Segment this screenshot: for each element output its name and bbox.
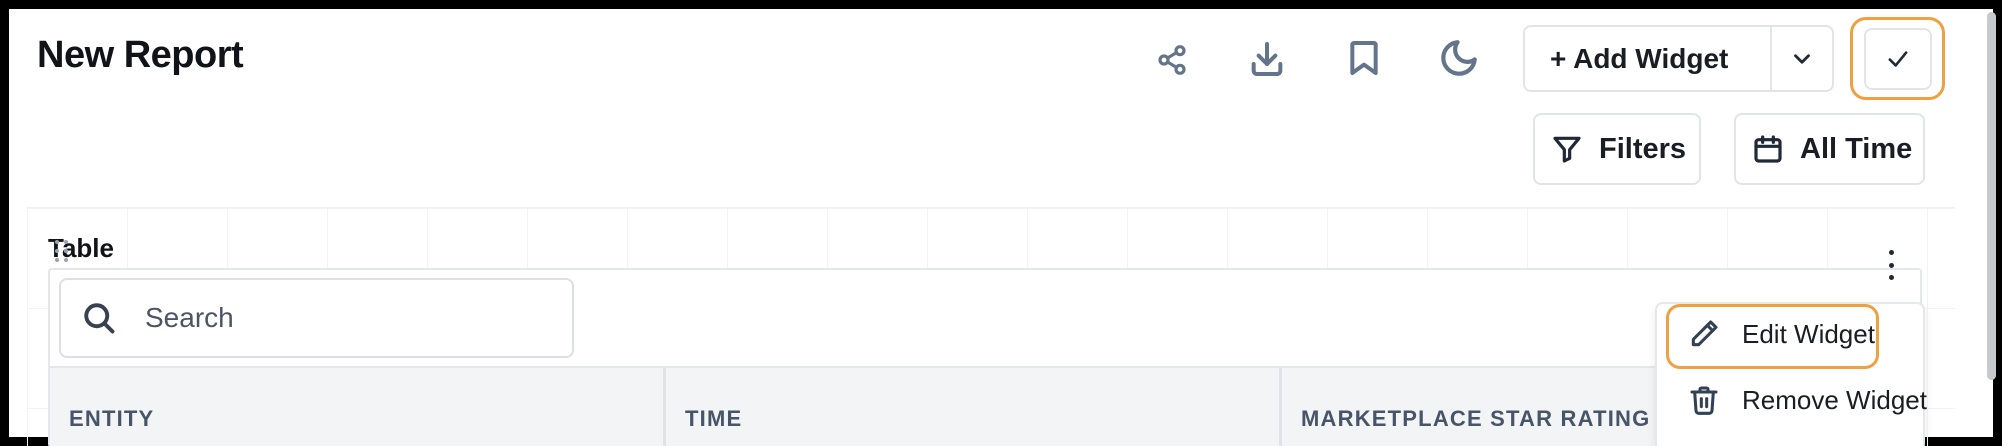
widget-menu-icon[interactable] xyxy=(1884,250,1898,280)
search-icon xyxy=(84,303,115,334)
vertical-scrollbar[interactable] xyxy=(1987,12,1996,380)
edit-widget-label: Edit Widget xyxy=(1742,318,1875,349)
share-icon[interactable] xyxy=(1152,40,1192,80)
calendar-icon xyxy=(1754,135,1782,163)
add-widget-split-button: + Add Widget xyxy=(1523,25,1834,92)
check-icon xyxy=(1888,51,1908,67)
column-header-time[interactable]: TIME xyxy=(666,368,1282,446)
trash-icon xyxy=(1690,386,1718,415)
search-placeholder: Search xyxy=(145,302,234,333)
filter-icon xyxy=(1553,136,1581,163)
remove-widget-menu-item[interactable]: Remove Widget xyxy=(1688,384,1927,416)
bookmark-icon[interactable] xyxy=(1342,34,1386,82)
pencil-icon xyxy=(1691,320,1718,347)
add-widget-dropdown-toggle[interactable] xyxy=(1772,46,1832,72)
add-widget-button[interactable]: + Add Widget xyxy=(1525,43,1770,75)
edit-widget-menu-item[interactable]: Edit Widget xyxy=(1688,318,1875,350)
time-range-label: All Time xyxy=(1800,132,1913,165)
column-header-entity[interactable]: ENTITY xyxy=(50,368,666,446)
page-title: New Report xyxy=(37,34,244,76)
table-header: ENTITY TIME MARKETPLACE STAR RATING xyxy=(50,366,1920,446)
moon-icon[interactable] xyxy=(1435,34,1483,82)
done-editing-button[interactable] xyxy=(1864,28,1932,90)
remove-widget-label: Remove Widget xyxy=(1742,384,1927,415)
filters-button[interactable]: Filters xyxy=(1533,113,1701,185)
search-input[interactable]: Search xyxy=(59,278,574,358)
chevron-down-icon xyxy=(1794,53,1810,64)
filters-label: Filters xyxy=(1599,132,1687,165)
download-icon[interactable] xyxy=(1244,36,1290,82)
drag-handle-icon[interactable] xyxy=(55,240,69,264)
time-range-button[interactable]: All Time xyxy=(1734,113,1925,185)
